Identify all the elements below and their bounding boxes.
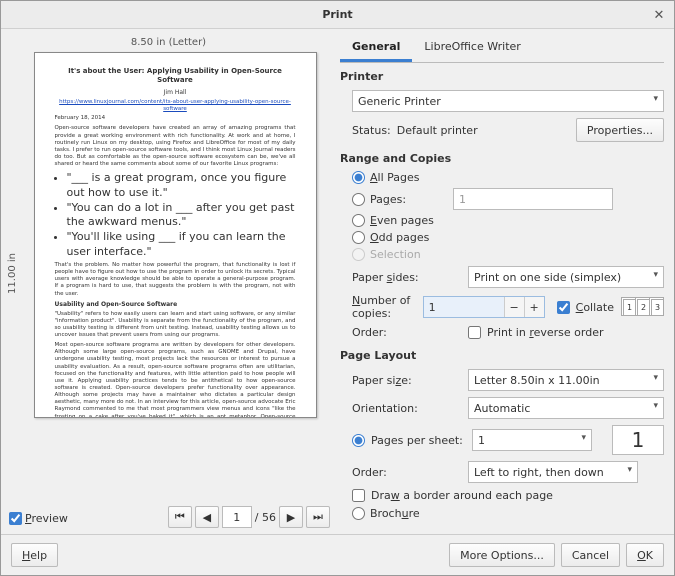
window-title: Print [322,8,352,21]
printer-select[interactable]: Generic Printer [352,90,664,112]
border-checkbox[interactable] [352,489,365,502]
nav-page-input[interactable] [222,506,252,528]
radio-even-label: Even pages [370,214,434,227]
radio-all-pages-label: All Pages [370,171,420,184]
collate-checkbox[interactable] [557,301,570,314]
radio-selection-label: Selection [370,248,421,261]
radio-selection [352,248,365,261]
copies-label: Number of copies: [352,294,417,320]
layout-order-label: Order: [352,466,462,479]
copies-stepper[interactable]: − + [423,296,545,318]
brochure-label: Brochure [370,507,420,520]
radio-brochure[interactable] [352,507,365,520]
radio-odd[interactable] [352,231,365,244]
paper-sides-select[interactable]: Print on one side (simplex) [468,266,664,288]
titlebar: Print ✕ [1,1,674,29]
paper-size-label: Paper size: [352,374,462,387]
dialog-body: 8.50 in (Letter) 11.00 in It's about the… [1,29,674,534]
preview-nav: Preview ⏮ ◀ / 56 ▶ ⏭ [7,506,330,528]
section-printer: Printer [340,70,664,83]
nav-prev-button[interactable]: ◀ [195,506,219,528]
order-label: Order: [352,326,462,339]
next-icon: ▶ [287,511,295,524]
status-value: Default printer [397,124,478,137]
collate-label: Collate [576,301,614,314]
preview-checkbox-label: Preview [25,512,68,525]
nav-next-button[interactable]: ▶ [279,506,303,528]
layout-order-select[interactable]: Left to right, then down [468,461,638,483]
nav-last-button[interactable]: ⏭ [306,506,330,528]
doc-link: https://www.linuxjournal.com/content/its… [55,99,296,113]
preview-checkbox[interactable] [9,512,22,525]
copies-input[interactable] [424,297,504,317]
doc-p4: Most open-source software programs are w… [55,342,296,418]
preview-pane: 8.50 in (Letter) 11.00 in It's about the… [1,29,336,534]
properties-button[interactable]: Properties... [576,118,664,142]
close-icon[interactable]: ✕ [652,8,666,22]
more-options-button[interactable]: More Options... [449,543,555,567]
doc-p2: That's the problem. No matter how powerf… [55,262,296,298]
doc-author: Jim Hall [55,89,296,97]
pages-input[interactable] [453,188,613,210]
dialog-footer: Help More Options... Cancel OK [1,534,674,575]
orientation-select[interactable]: Automatic [468,397,664,419]
doc-title: It's about the User: Applying Usability … [55,67,296,85]
ruler-width: 8.50 in (Letter) [7,37,330,48]
doc-bullets: "___ is a great program, once you figure… [67,171,296,259]
pps-select[interactable]: 1 [472,429,592,451]
border-label: Draw a border around each page [371,489,553,502]
ok-button[interactable]: OK [626,543,664,567]
tab-general[interactable]: General [340,33,412,62]
nav-first-button[interactable]: ⏮ [168,506,192,528]
pps-label: Pages per sheet: [371,434,466,447]
section-range: Range and Copies [340,152,664,165]
orientation-label: Orientation: [352,402,462,415]
radio-pps[interactable] [352,434,365,447]
reverse-label: Print in reverse order [487,326,604,339]
doc-p3: "Usability" refers to how easily users c… [55,311,296,340]
tab-writer[interactable]: LibreOffice Writer [412,33,532,62]
status-label: Status: [352,124,391,137]
collate-icon: 123 [623,299,664,316]
doc-date: February 18, 2014 [55,115,296,122]
paper-sides-label: Paper sides: [352,271,462,284]
paper-size-select[interactable]: Letter 8.50in x 11.00in [468,369,664,391]
section-layout: Page Layout [340,349,664,362]
settings-pane: General LibreOffice Writer Printer Gener… [336,29,674,534]
radio-pages[interactable] [352,193,365,206]
cancel-button[interactable]: Cancel [561,543,620,567]
first-icon: ⏮ [175,510,185,524]
pps-preview-icon: 1 [612,425,664,455]
ruler-height: 11.00 in [7,253,18,294]
nav-total: / 56 [255,511,276,524]
radio-all-pages[interactable] [352,171,365,184]
tab-bar: General LibreOffice Writer [340,33,664,63]
doc-p1: Open-source software developers have cre… [55,125,296,168]
help-button[interactable]: Help [11,543,58,567]
copies-plus[interactable]: + [524,297,544,317]
radio-even[interactable] [352,214,365,227]
radio-pages-label: Pages: [370,193,448,206]
radio-odd-label: Odd pages [370,231,429,244]
last-icon: ⏭ [313,510,323,524]
reverse-checkbox[interactable] [468,326,481,339]
prev-icon: ◀ [203,511,211,524]
doc-h1: Usability and Open-Source Software [55,301,296,309]
copies-minus[interactable]: − [504,297,524,317]
page-preview: It's about the User: Applying Usability … [34,52,317,418]
